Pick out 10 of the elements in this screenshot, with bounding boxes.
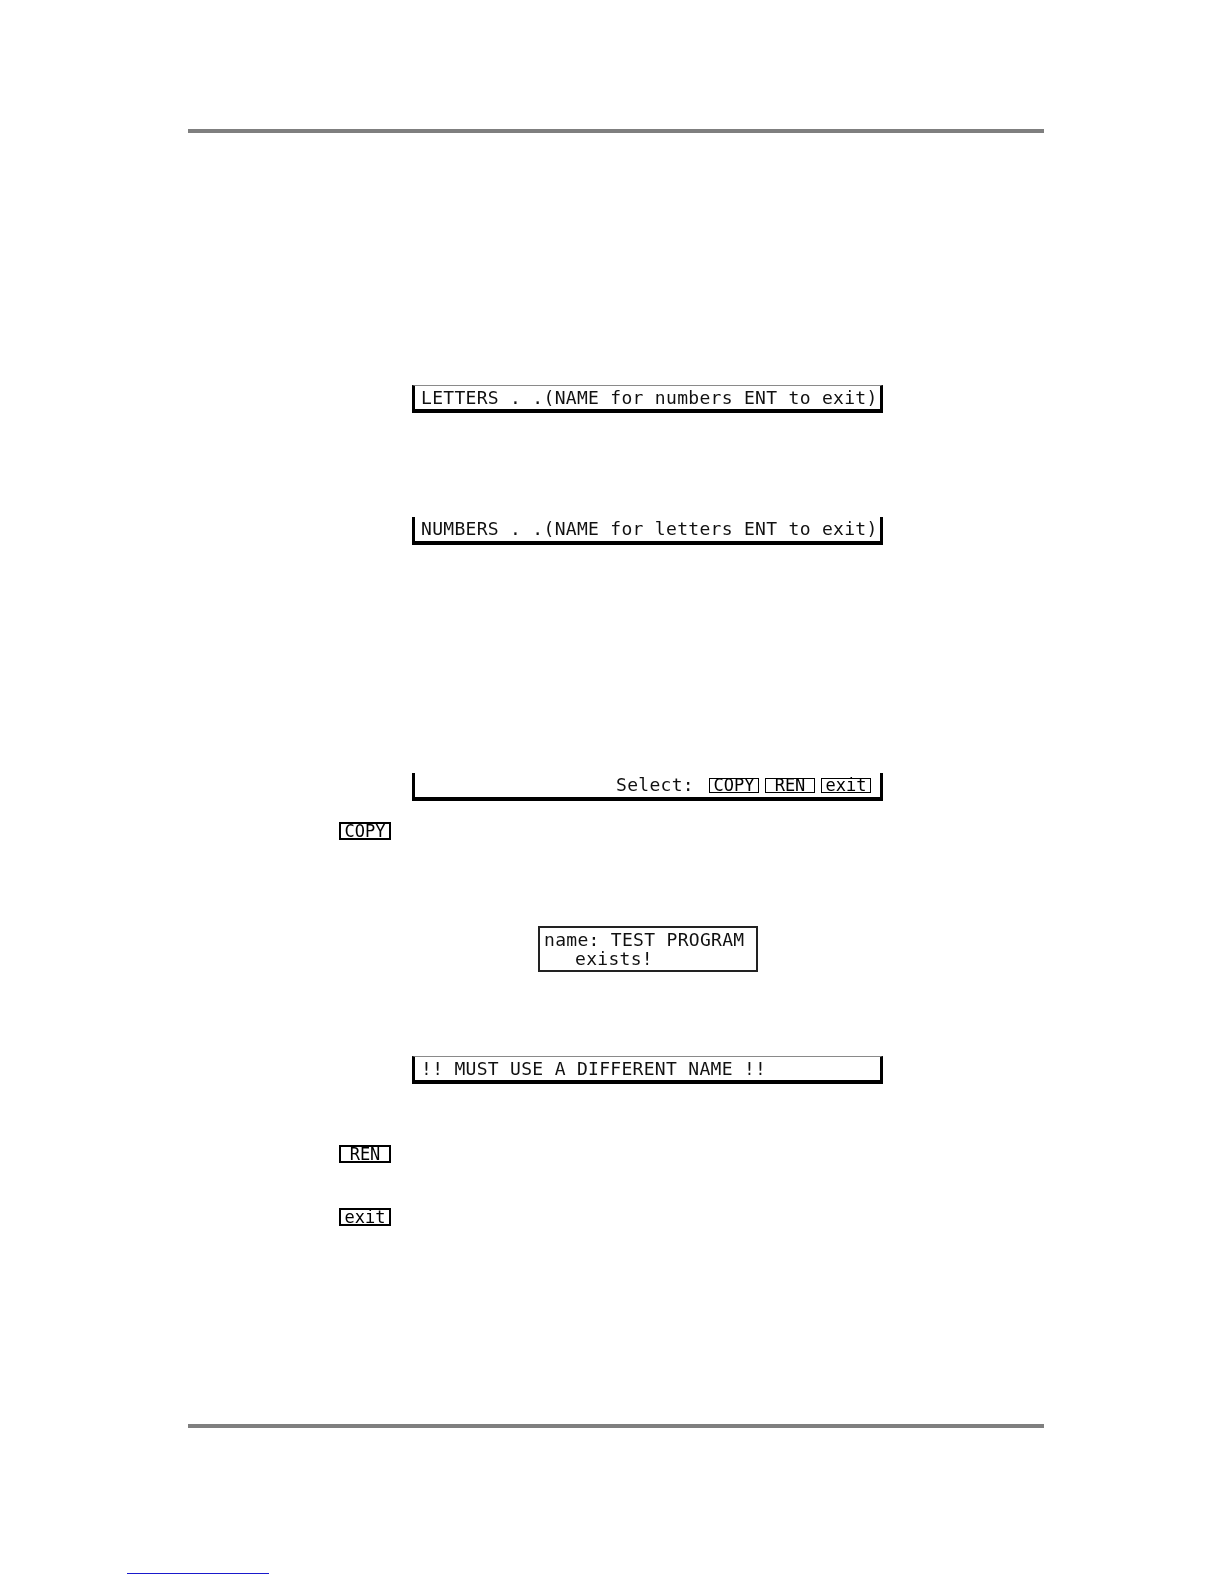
- lcd-text: name: TEST PROGRAM: [544, 930, 745, 949]
- softkey-label: exit: [821, 777, 871, 793]
- softkey-label: REN: [339, 1145, 391, 1163]
- softkey-label: COPY: [339, 822, 391, 840]
- lcd-text: NUMBERS . .(NAME for letters ENT to exit): [421, 518, 878, 540]
- lcd-text: Select:: [616, 774, 694, 796]
- lcd-text: !! MUST USE A DIFFERENT NAME !!: [421, 1057, 767, 1080]
- lcd-text: exists!: [575, 949, 653, 968]
- softkey-label: exit: [339, 1208, 391, 1226]
- lcd-text: LETTERS . .(NAME for numbers ENT to exit): [421, 386, 878, 409]
